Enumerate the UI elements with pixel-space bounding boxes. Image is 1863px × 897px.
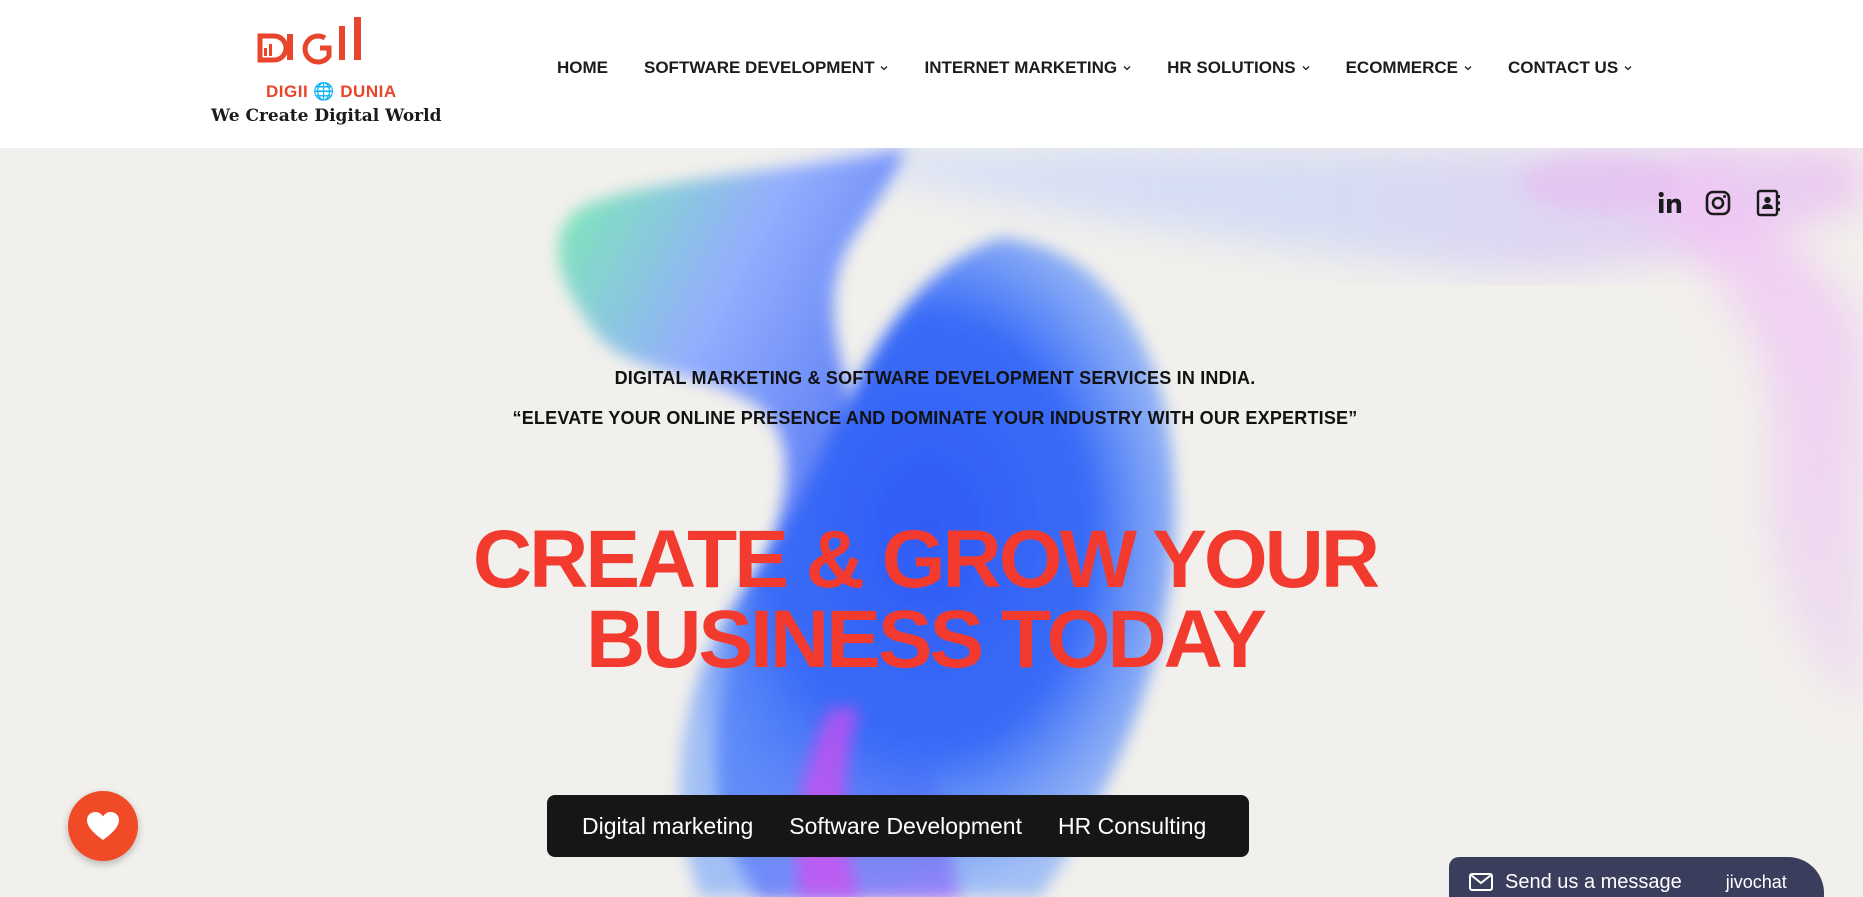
service-link-hr-consulting[interactable]: HR Consulting bbox=[1058, 813, 1206, 840]
logo-mark-icon bbox=[257, 17, 361, 65]
chevron-down-icon bbox=[1624, 66, 1632, 71]
nav-item-label: ECOMMERCE bbox=[1345, 58, 1458, 77]
hero-subhead-primary: DIGITAL MARKETING & SOFTWARE DEVELOPMENT… bbox=[614, 368, 1256, 388]
linkedin-icon[interactable] bbox=[1656, 189, 1684, 217]
chat-label: Send us a message bbox=[1505, 870, 1682, 893]
nav-item-home[interactable]: HOME bbox=[557, 58, 608, 78]
nav-item-label: HOME bbox=[557, 58, 608, 77]
site-header: DIGII 🌐 DUNIA We Create Digital World HO… bbox=[0, 0, 1863, 148]
nav-item-label: SOFTWARE DEVELOPMENT bbox=[644, 58, 875, 77]
nav-item-ecommerce[interactable]: ECOMMERCE bbox=[1346, 58, 1472, 78]
hero-subhead-quote: “ELEVATE YOUR ONLINE PRESENCE AND DOMINA… bbox=[512, 408, 1358, 428]
nav-item-software-development[interactable]: SOFTWARE DEVELOPMENT bbox=[644, 58, 888, 78]
nav-item-label: INTERNET MARKETING bbox=[924, 58, 1118, 77]
service-link-software-development[interactable]: Software Development bbox=[789, 813, 1022, 840]
chevron-down-icon bbox=[881, 66, 888, 71]
hero-headline-line2: BUSINESS TODAY bbox=[586, 594, 1267, 685]
chevron-down-icon bbox=[1464, 66, 1472, 71]
main-nav: HOME SOFTWARE DEVELOPMENT INTERNET MARKE… bbox=[557, 58, 1668, 78]
nav-item-internet-marketing[interactable]: INTERNET MARKETING bbox=[924, 58, 1131, 78]
chat-brand: jivochat bbox=[1725, 871, 1787, 892]
heart-icon bbox=[87, 812, 119, 840]
instagram-icon[interactable] bbox=[1704, 189, 1732, 217]
chevron-down-icon bbox=[1123, 66, 1131, 71]
logo-tagline: We Create Digital World bbox=[211, 106, 442, 126]
chat-widget[interactable]: Send us a message jivochat bbox=[1449, 857, 1824, 897]
nav-item-label: HR SOLUTIONS bbox=[1167, 58, 1296, 77]
nav-item-contact-us[interactable]: CONTACT US bbox=[1508, 58, 1632, 78]
envelope-icon bbox=[1469, 873, 1493, 891]
hero-headline: CREATE & GROW YOUR BUSINESS TODAY bbox=[0, 514, 1850, 685]
logo-wordmark: DIGII 🌐 DUNIA bbox=[266, 82, 397, 101]
hero-headline-line1: CREATE & GROW YOUR bbox=[472, 514, 1380, 605]
nav-item-hr-solutions[interactable]: HR SOLUTIONS bbox=[1167, 58, 1310, 78]
chevron-down-icon bbox=[1302, 66, 1310, 71]
contact-book-icon[interactable] bbox=[1754, 189, 1782, 217]
nav-item-label: CONTACT US bbox=[1508, 58, 1619, 77]
favorite-button[interactable] bbox=[68, 791, 138, 861]
site-logo[interactable]: DIGII 🌐 DUNIA We Create Digital World bbox=[205, 14, 441, 126]
services-bar: Digital marketing Software Development H… bbox=[547, 795, 1249, 857]
service-link-digital-marketing[interactable]: Digital marketing bbox=[582, 813, 753, 840]
